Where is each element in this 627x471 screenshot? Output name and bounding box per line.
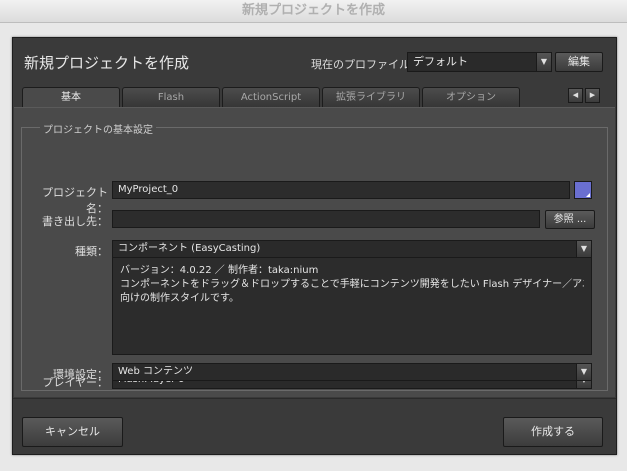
chevron-down-icon: ▼ — [576, 364, 591, 380]
browse-button[interactable]: 参照 ... — [545, 210, 595, 229]
basic-tab-panel: プロジェクトの基本設定 プロジェクト名： MyProject_0 書き出し先： … — [14, 107, 615, 397]
chevron-right-icon: ▶ — [589, 91, 596, 99]
footer-divider — [13, 398, 616, 399]
type-select-value: コンポーネント (EasyCasting) — [118, 243, 261, 254]
tab-next-button[interactable]: ▶ — [585, 88, 600, 103]
dialog-heading: 新規プロジェクトを作成 — [24, 54, 190, 72]
project-name-input[interactable]: MyProject_0 — [112, 181, 570, 199]
corner-marker-icon — [586, 193, 590, 197]
type-description: バージョン：4.0.22 ／ 制作者：taka:nium コンポーネントをドラッ… — [112, 257, 592, 355]
chevron-down-icon: ▼ — [536, 53, 551, 71]
environment-select-value: Web コンテンツ — [118, 366, 193, 377]
output-path-input[interactable] — [112, 210, 540, 228]
type-select[interactable]: コンポーネント (EasyCasting) ▼ — [112, 240, 592, 258]
description-version: バージョン：4.0.22 ／ 制作者：taka:nium — [120, 265, 319, 276]
profile-select[interactable]: デフォルト ▼ — [407, 52, 552, 72]
group-title: プロジェクトの基本設定 — [40, 121, 156, 136]
new-project-dialog: 新規プロジェクトを作成 現在のプロファイル ： デフォルト ▼ 編集 基本 Fl… — [12, 37, 617, 455]
description-text-continued: 向けの制作スタイルです。 — [120, 293, 239, 304]
tab-library[interactable]: 拡張ライブラリ — [322, 87, 420, 107]
chevron-left-icon: ◀ — [572, 91, 579, 99]
chevron-down-icon: ▼ — [576, 241, 591, 257]
tab-flash[interactable]: Flash — [122, 87, 220, 107]
window-title: 新規プロジェクトを作成 — [241, 3, 385, 18]
tab-options[interactable]: オプション — [422, 87, 520, 107]
environment-select[interactable]: Web コンテンツ ▼ — [112, 363, 592, 381]
cancel-button[interactable]: キャンセル — [22, 417, 123, 447]
project-color-swatch[interactable] — [574, 181, 592, 199]
project-name-label: プロジェクト名： — [42, 186, 108, 215]
profile-select-value: デフォルト — [413, 55, 468, 68]
tab-prev-button[interactable]: ◀ — [568, 88, 583, 103]
window-titlebar: 新規プロジェクトを作成 — [0, 0, 627, 23]
edit-profile-button[interactable]: 編集 — [555, 52, 603, 72]
environment-label: 環境設定： — [53, 368, 108, 381]
create-button[interactable]: 作成する — [503, 417, 603, 447]
output-path-label: 書き出し先： — [42, 215, 108, 228]
tab-actionscript[interactable]: ActionScript — [222, 87, 320, 107]
tab-basic[interactable]: 基本 — [22, 87, 120, 108]
type-label: 種類： — [75, 245, 108, 258]
description-text: コンポーネントをドラッグ＆ドロップすることで手軽にコンテンツ開発をしたい Fla… — [120, 279, 584, 290]
